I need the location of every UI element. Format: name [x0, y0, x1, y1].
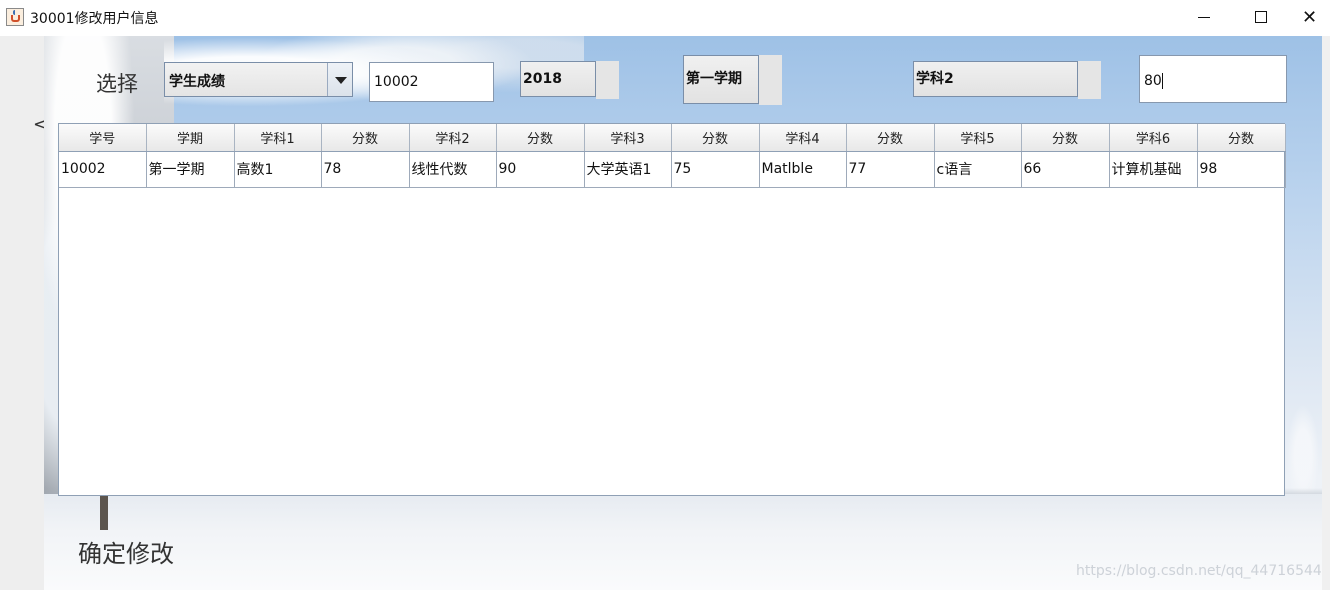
- column-header[interactable]: 学科5: [934, 124, 1022, 152]
- right-gutter: [1322, 36, 1330, 590]
- column-header[interactable]: 学科1: [234, 124, 322, 152]
- minimize-button[interactable]: [1188, 0, 1234, 34]
- table-cell[interactable]: 10002: [59, 151, 147, 188]
- select-label: 选择: [96, 72, 138, 96]
- close-button[interactable]: ✕: [1290, 0, 1330, 34]
- minimize-icon: [1198, 17, 1210, 18]
- score-input[interactable]: 80: [1139, 55, 1287, 103]
- window-title: 30001修改用户信息: [30, 11, 159, 27]
- year-button[interactable]: 2018: [520, 61, 596, 97]
- table-cell[interactable]: 66: [1021, 151, 1110, 188]
- year-button-extension[interactable]: [596, 61, 619, 99]
- chevron-down-icon[interactable]: [327, 63, 352, 96]
- table-cell[interactable]: 线性代数: [409, 151, 497, 188]
- score-value: 80: [1144, 73, 1162, 89]
- column-header[interactable]: 分数: [671, 124, 760, 152]
- term-button[interactable]: 第一学期: [683, 55, 759, 104]
- table-row[interactable]: 10002 第一学期 高数1 78 线性代数 90 大学英语1 75 Matlb…: [59, 151, 1286, 188]
- table-cell[interactable]: 77: [846, 151, 935, 188]
- table-cell[interactable]: 90: [496, 151, 585, 188]
- subject-button-extension[interactable]: [1078, 61, 1101, 99]
- text-caret: [1161, 73, 1163, 89]
- table-cell[interactable]: 高数1: [234, 151, 322, 188]
- column-header[interactable]: 学科3: [584, 124, 672, 152]
- watermark-text: https://blog.csdn.net/qq_44716544: [1076, 563, 1322, 579]
- table-cell[interactable]: 大学英语1: [584, 151, 672, 188]
- table-header-row: 学号 学期 学科1 分数 学科2 分数 学科3 分数 学科4 分数 学科5 分数…: [59, 124, 1286, 152]
- maximize-button[interactable]: [1238, 0, 1284, 34]
- column-header[interactable]: 分数: [321, 124, 410, 152]
- table-cell[interactable]: c语言: [934, 151, 1022, 188]
- table-cell[interactable]: 计算机基础: [1109, 151, 1198, 188]
- column-header[interactable]: 学科6: [1109, 124, 1198, 152]
- category-combobox[interactable]: 学生成绩: [164, 62, 353, 97]
- table-cell[interactable]: 第一学期: [146, 151, 235, 188]
- title-bar: 30001修改用户信息 ✕: [0, 0, 1330, 34]
- column-header[interactable]: 分数: [846, 124, 935, 152]
- snowy-tree-right: [1284, 396, 1322, 496]
- student-id-input[interactable]: 10002: [369, 62, 494, 102]
- close-icon: ✕: [1302, 7, 1318, 28]
- table-cell[interactable]: 78: [321, 151, 410, 188]
- table-cell[interactable]: Matlble: [759, 151, 847, 188]
- subject-button[interactable]: 学科2: [913, 61, 1078, 97]
- column-header[interactable]: 学科2: [409, 124, 497, 152]
- column-header[interactable]: 学科4: [759, 124, 847, 152]
- java-app-icon: [6, 8, 24, 26]
- tree-trunk: [100, 494, 108, 530]
- column-header[interactable]: 学号: [59, 124, 147, 152]
- confirm-edit-button[interactable]: 确定修改: [78, 534, 174, 569]
- left-gutter: <: [0, 36, 48, 590]
- category-selected-value: 学生成绩: [169, 74, 225, 90]
- table-cell[interactable]: 75: [671, 151, 760, 188]
- column-header[interactable]: 分数: [1197, 124, 1286, 152]
- grades-table[interactable]: 学号 学期 学科1 分数 学科2 分数 学科3 分数 学科4 分数 学科5 分数…: [58, 123, 1286, 496]
- maximize-icon: [1255, 11, 1267, 23]
- term-button-extension[interactable]: [759, 55, 782, 105]
- table-cell[interactable]: 98: [1197, 151, 1286, 188]
- column-header[interactable]: 分数: [496, 124, 585, 152]
- column-header[interactable]: 分数: [1021, 124, 1110, 152]
- grades-grid: 学号 学期 学科1 分数 学科2 分数 学科3 分数 学科4 分数 学科5 分数…: [59, 124, 1286, 188]
- column-header[interactable]: 学期: [146, 124, 235, 152]
